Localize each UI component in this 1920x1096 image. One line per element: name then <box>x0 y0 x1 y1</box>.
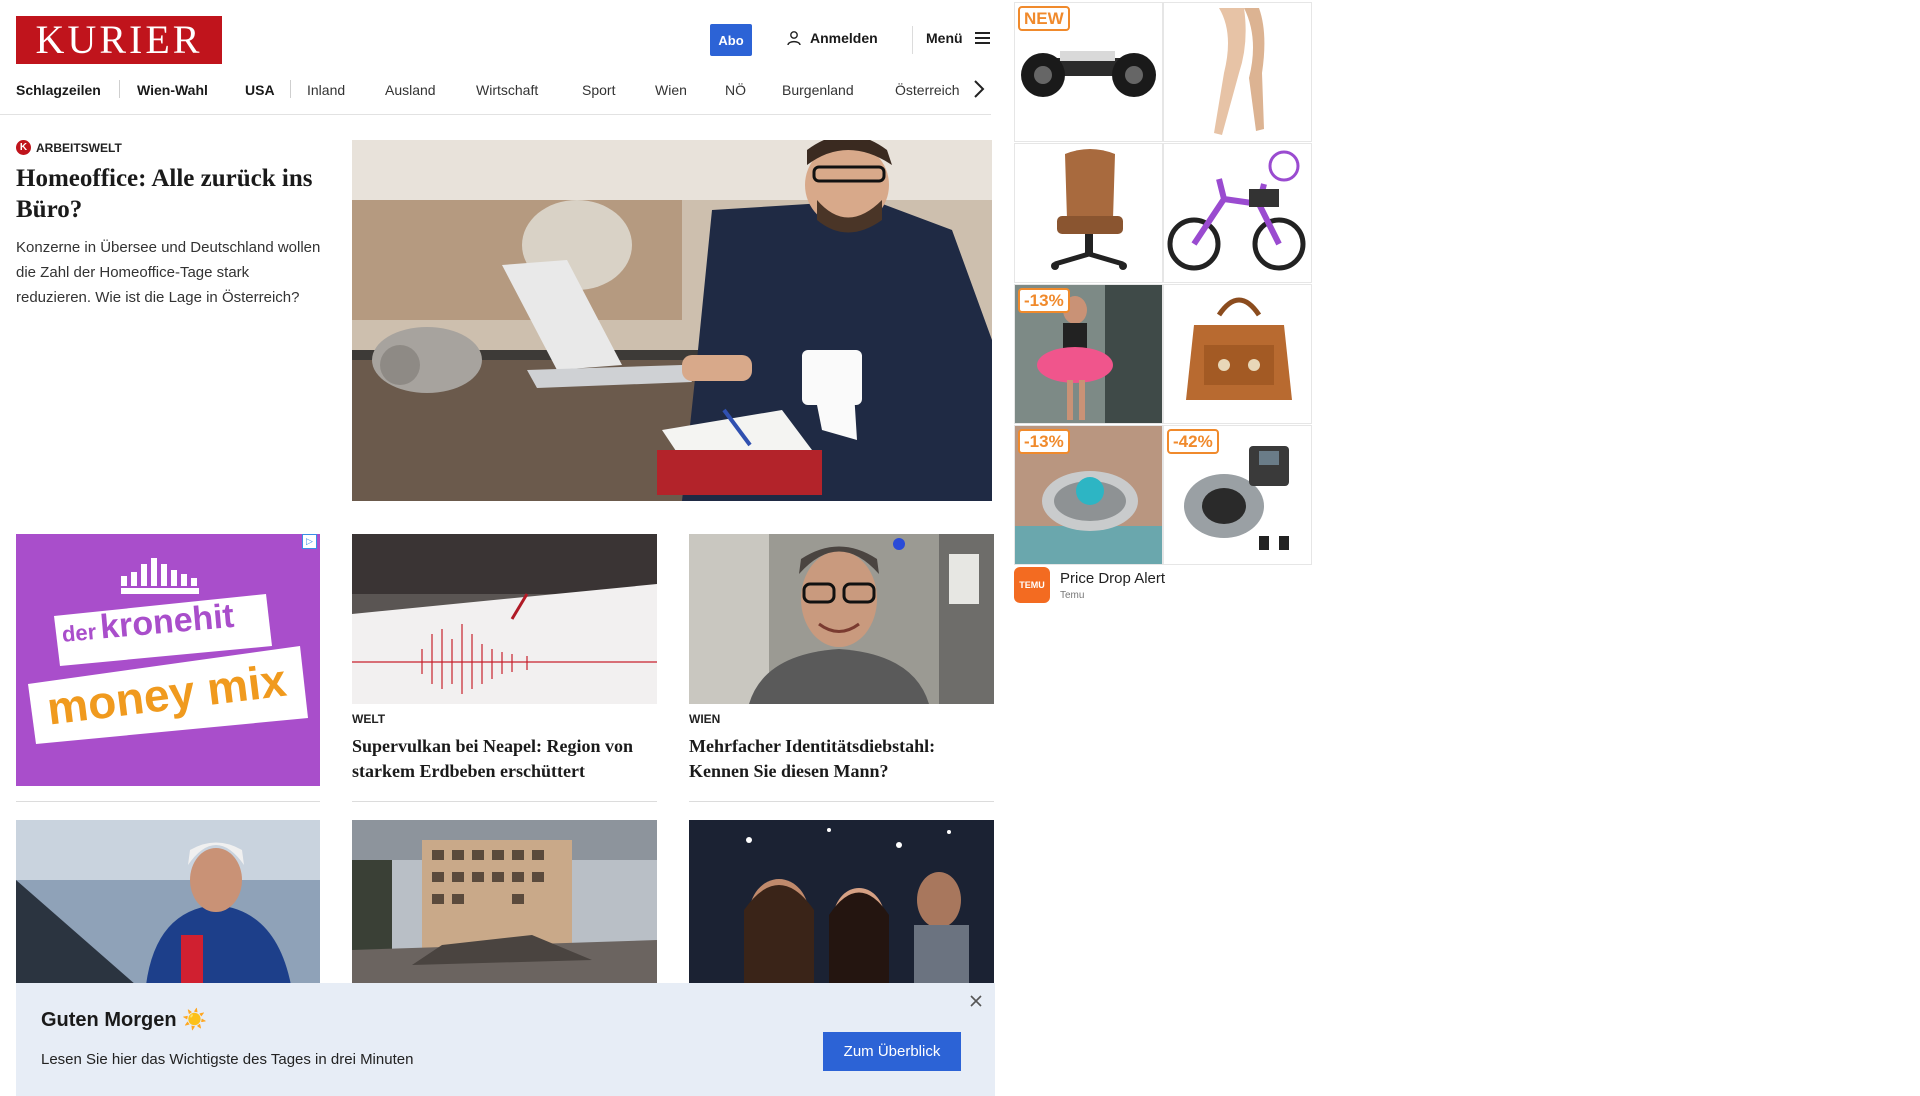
nav-item-inland[interactable]: Inland <box>307 82 345 98</box>
ad-tile-ring[interactable]: -13% <box>1014 425 1163 565</box>
article-kicker: WELT <box>352 712 386 726</box>
ad-tag-discount: -13% <box>1018 429 1070 454</box>
temu-ad-title[interactable]: Price Drop Alert <box>1060 570 1165 587</box>
login-label: Anmelden <box>810 30 878 46</box>
nav-item-wien-wahl[interactable]: Wien-Wahl <box>137 82 208 98</box>
abo-button[interactable]: Abo <box>710 24 752 56</box>
nav-divider <box>290 80 291 98</box>
article-kicker: WIEN <box>689 712 721 726</box>
ad-tile-hoverboard[interactable]: NEW <box>1014 2 1163 142</box>
kurier-plus-badge: K <box>16 140 31 155</box>
kurier-logo[interactable]: KURIER <box>16 16 222 64</box>
banner-title: Guten Morgen ☀️ <box>41 1009 208 1031</box>
lead-teaser: Konzerne in Übersee und Deutschland woll… <box>16 239 321 306</box>
ad-tag-discount: -42% <box>1167 429 1219 454</box>
kronehit-line1: der <box>60 618 98 647</box>
nav-item-usa[interactable]: USA <box>245 82 275 98</box>
nav-item-schlagzeilen[interactable]: Schlagzeilen <box>16 82 101 98</box>
ad-tile-tutu-skirt[interactable]: -13% <box>1014 284 1163 424</box>
nav-item-ausland[interactable]: Ausland <box>385 82 436 98</box>
close-icon[interactable] <box>968 993 984 1009</box>
chevron-right-icon[interactable] <box>972 78 986 100</box>
lead-kicker-label: ARBEITSWELT <box>36 140 122 155</box>
login-button[interactable]: Anmelden <box>786 30 878 46</box>
nav-item-burgenland[interactable]: Burgenland <box>782 82 854 98</box>
hamburger-icon <box>974 32 990 44</box>
ad-tag-new: NEW <box>1018 6 1070 31</box>
article-image-destroyed-building[interactable] <box>352 820 657 985</box>
section-nav: Schlagzeilen Wien-Wahl USA Inland Auslan… <box>0 76 991 115</box>
article-card[interactable]: WIEN Mehrfacher Identitätsdiebstahl: Ken… <box>689 712 993 784</box>
nav-item-oesterreich[interactable]: Österreich <box>895 82 960 98</box>
temu-ad[interactable]: NEW -13% -13% -42% <box>1012 2 1312 607</box>
menu-label: Menü <box>926 30 963 46</box>
ad-tile-tights[interactable] <box>1163 2 1312 142</box>
banner-text: Lesen Sie hier das Wichtigste des Tages … <box>41 1051 414 1068</box>
ad-tile-gaming-chair[interactable] <box>1014 143 1163 283</box>
article-headline[interactable]: Mehrfacher Identitätsdiebstahl: Kennen S… <box>689 734 993 784</box>
article-image-seismograph[interactable] <box>352 534 657 704</box>
lead-headline[interactable]: Homeoffice: Alle zurück ins Büro? <box>16 163 324 225</box>
nav-item-wirtschaft[interactable]: Wirtschaft <box>476 82 538 98</box>
temu-ad-footer[interactable]: TEMU Price Drop Alert Temu <box>1014 567 1165 603</box>
kronehit-ad[interactable]: ▷ der kronehit money mix <box>16 534 320 786</box>
menu-button[interactable]: Menü <box>926 30 990 46</box>
header-divider <box>912 26 913 54</box>
lead-kicker: K ARBEITSWELT <box>16 140 324 155</box>
article-image-man-portrait[interactable] <box>689 534 994 704</box>
ad-tile-water-pump[interactable]: -42% <box>1163 425 1312 565</box>
ad-tile-handbag[interactable] <box>1163 284 1312 424</box>
lead-image[interactable] <box>352 140 992 501</box>
nav-divider <box>119 80 120 98</box>
divider <box>689 801 994 802</box>
divider <box>16 801 320 802</box>
article-headline[interactable]: Supervulkan bei Neapel: Region von stark… <box>352 734 656 784</box>
article-image-party-crowd[interactable] <box>689 820 994 985</box>
divider <box>352 801 657 802</box>
lead-article[interactable]: K ARBEITSWELT Homeoffice: Alle zurück in… <box>16 140 324 310</box>
article-card[interactable]: WELT Supervulkan bei Neapel: Region von … <box>352 712 656 784</box>
nav-item-sport[interactable]: Sport <box>582 82 615 98</box>
nav-item-noe[interactable]: NÖ <box>725 82 746 98</box>
nav-item-wien[interactable]: Wien <box>655 82 687 98</box>
article-image-skier[interactable] <box>16 820 320 985</box>
overview-button[interactable]: Zum Überblick <box>823 1032 961 1071</box>
temu-ad-source: Temu <box>1060 589 1085 601</box>
morning-briefing-banner: Guten Morgen ☀️ Lesen Sie hier das Wicht… <box>16 983 995 1096</box>
ad-tag-discount: -13% <box>1018 288 1070 313</box>
user-icon <box>787 31 801 46</box>
temu-logo: TEMU <box>1014 567 1050 603</box>
ad-tile-tricycle[interactable] <box>1163 143 1312 283</box>
